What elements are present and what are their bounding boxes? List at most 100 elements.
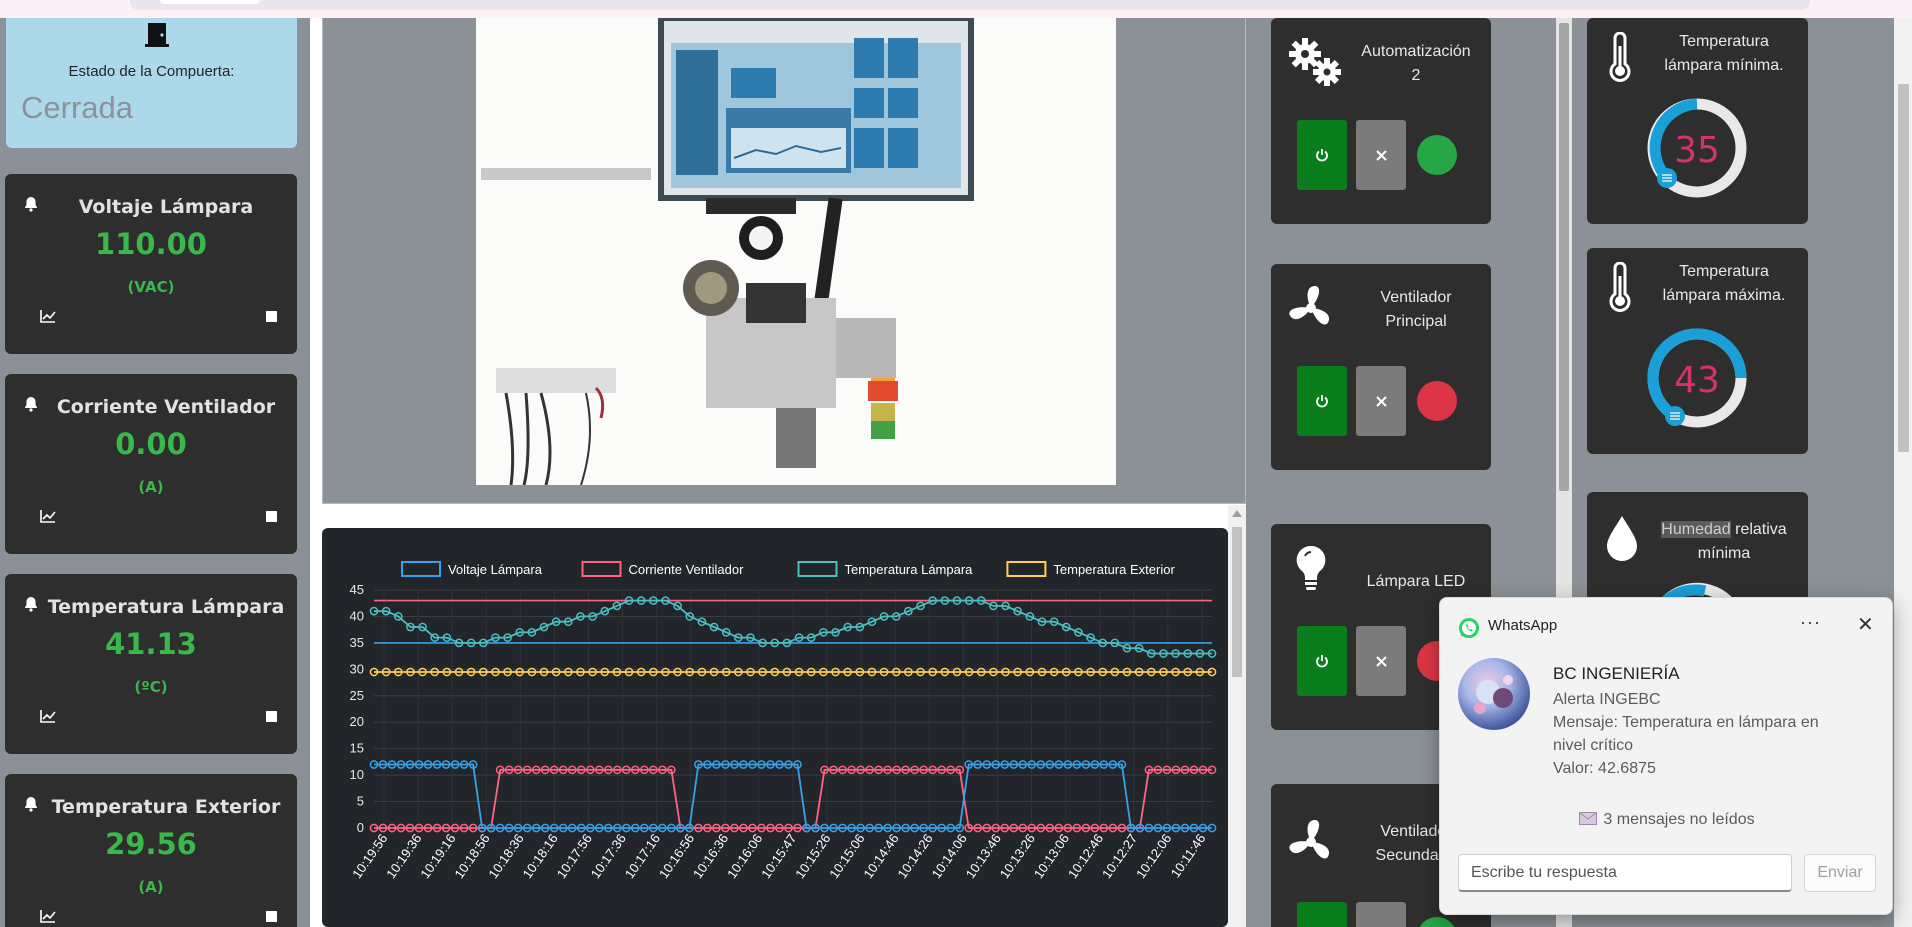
chart-line-icon[interactable] xyxy=(40,309,56,323)
power-on-button[interactable] xyxy=(1297,626,1347,696)
gate-status-label: Estado de la Compuerta: xyxy=(68,63,235,80)
sensor-unit: (ºC) xyxy=(134,678,168,696)
top-bar xyxy=(130,0,1810,10)
power-icon xyxy=(1316,395,1328,408)
control-label: Automatización 2 xyxy=(1361,43,1471,84)
thermometer-icon xyxy=(1609,262,1631,312)
power-on-button[interactable] xyxy=(1297,120,1347,190)
sensor-column: Estado de la Compuerta: Cerrada Voltaje … xyxy=(0,18,310,927)
notification-app-name: WhatsApp xyxy=(1488,617,1558,634)
notification-line: nivel crítico xyxy=(1553,737,1634,754)
chart-line-icon[interactable] xyxy=(40,509,56,523)
reply-input[interactable]: Escribe tu respuesta xyxy=(1458,854,1792,892)
stop-icon[interactable] xyxy=(266,511,277,522)
thermometer-icon xyxy=(1609,32,1631,82)
chart-line-icon[interactable] xyxy=(40,709,56,723)
y-tick-label: 35 xyxy=(350,635,364,650)
whatsapp-notification[interactable]: WhatsApp ··· ✕ BC INGENIERÍA Alerta INGE… xyxy=(1439,597,1893,915)
y-tick-label: 25 xyxy=(350,688,364,703)
close-icon xyxy=(1375,395,1387,407)
send-button[interactable]: Enviar xyxy=(1804,854,1876,892)
power-off-button[interactable] xyxy=(1356,902,1406,927)
sensor-card-temp-lampara: Temperatura Lámpara 41.13 (ºC) xyxy=(5,574,297,754)
power-off-button[interactable] xyxy=(1356,120,1406,190)
sensor-card-corriente: Corriente Ventilador 0.00 (A) xyxy=(5,374,297,554)
legend-swatch xyxy=(1006,561,1047,577)
status-led xyxy=(1417,381,1457,421)
scroll-up-icon[interactable] xyxy=(1232,510,1242,517)
legend-swatch xyxy=(401,561,441,577)
page-scrollbar[interactable] xyxy=(1894,18,1912,927)
power-on-button[interactable] xyxy=(1297,366,1347,436)
envelope-icon xyxy=(1579,812,1598,825)
temp-max-gauge[interactable]: 43 xyxy=(1645,326,1749,430)
sensor-chart-panel: 45 40 35 30 25 20 15 10 5 0 10:19:56 10:19:36 10:19:… xyxy=(322,528,1228,927)
fan-icon xyxy=(1289,286,1330,325)
sensor-value: 41.13 xyxy=(105,627,197,661)
scrollbar-thumb[interactable] xyxy=(1559,23,1569,491)
notification-sender: BC INGENIERÍA xyxy=(1553,664,1680,683)
control-card-automatizacion: Automatización 2 xyxy=(1271,18,1491,224)
x-tick-label: 10:11:46 xyxy=(1168,831,1209,880)
sensor-value: 110.00 xyxy=(95,227,207,261)
power-off-button[interactable] xyxy=(1356,626,1406,696)
sensor-line-chart[interactable]: 45403530252015105010:19:5610:19:3610:19:… xyxy=(322,528,1228,927)
sensor-title: Voltaje Lámpara xyxy=(78,196,254,218)
power-on-button[interactable] xyxy=(1297,902,1347,927)
sensor-card-voltaje: Voltaje Lámpara 110.00 (VAC) xyxy=(5,174,297,354)
whatsapp-icon xyxy=(1459,618,1479,638)
lightbulb-icon xyxy=(1296,545,1326,590)
y-tick-label: 10 xyxy=(350,767,364,782)
more-options-icon[interactable]: ··· xyxy=(1800,612,1821,633)
legend-swatch xyxy=(797,561,838,577)
power-icon xyxy=(1316,655,1328,668)
power-off-button[interactable] xyxy=(1356,366,1406,436)
center-scrollbar[interactable] xyxy=(1228,505,1246,927)
scrollbar-thumb[interactable] xyxy=(1232,527,1242,677)
legend-swatch xyxy=(581,561,622,577)
close-icon xyxy=(1375,655,1387,667)
sensor-unit: (A) xyxy=(138,878,164,896)
sensor-value: 29.56 xyxy=(105,827,197,861)
y-tick-label: 5 xyxy=(357,794,364,809)
sensor-value: 0.00 xyxy=(115,427,187,461)
unread-messages[interactable]: 3 mensajes no leídos xyxy=(1440,811,1894,829)
legend-label: Corriente Ventilador xyxy=(629,562,745,577)
temp-min-gauge[interactable]: 35 xyxy=(1645,96,1749,200)
camera-scene xyxy=(476,18,1116,485)
y-tick-label: 20 xyxy=(350,714,364,729)
control-label: Ventilador Principal xyxy=(1380,289,1452,330)
y-tick-label: 30 xyxy=(350,661,364,676)
camera-feed-image xyxy=(476,18,1116,485)
gauge-label: Temperatura lámpara mínima. xyxy=(1664,33,1784,74)
status-led xyxy=(1417,917,1457,927)
chart-line-icon[interactable] xyxy=(40,909,56,923)
center-column: 45 40 35 30 25 20 15 10 5 0 10:19:56 10:19:36 10:19:… xyxy=(310,18,1246,927)
stop-icon[interactable] xyxy=(266,311,277,322)
browser-top-strip xyxy=(0,0,1912,18)
camera-panel xyxy=(322,18,1246,504)
y-tick-label: 45 xyxy=(350,582,364,597)
top-tab[interactable] xyxy=(160,0,260,4)
stop-icon[interactable] xyxy=(266,711,277,722)
sensor-title: Corriente Ventilador xyxy=(56,396,276,418)
scrollbar-thumb[interactable] xyxy=(1898,84,1909,452)
gate-status-card: Estado de la Compuerta: Cerrada xyxy=(6,18,297,148)
gauge-card-temp-max: Temperatura lámpara máxima. 43 xyxy=(1587,248,1808,454)
legend-label: Temperatura Exterior xyxy=(1053,562,1175,577)
gauge-label: Temperatura lámpara máxima. xyxy=(1662,263,1786,304)
legend-label: Temperatura Lámpara xyxy=(845,562,974,577)
close-icon[interactable]: ✕ xyxy=(1857,612,1874,637)
control-label: Lámpara LED xyxy=(1366,573,1466,590)
gauge-value: 35 xyxy=(1674,130,1720,171)
x-tick-label: 10:12:06 xyxy=(1133,831,1174,881)
door-icon xyxy=(145,23,169,47)
stop-icon[interactable] xyxy=(266,911,277,922)
gears-icon xyxy=(1289,38,1341,86)
gauge-card-temp-min: Temperatura lámpara mínima. 35 xyxy=(1587,18,1808,224)
droplet-icon xyxy=(1607,516,1637,561)
legend-label: Voltaje Lámpara xyxy=(448,562,543,577)
y-tick-label: 40 xyxy=(350,608,364,623)
y-tick-label: 15 xyxy=(350,741,364,756)
control-card-ventilador-principal: Ventilador Principal xyxy=(1271,264,1491,470)
